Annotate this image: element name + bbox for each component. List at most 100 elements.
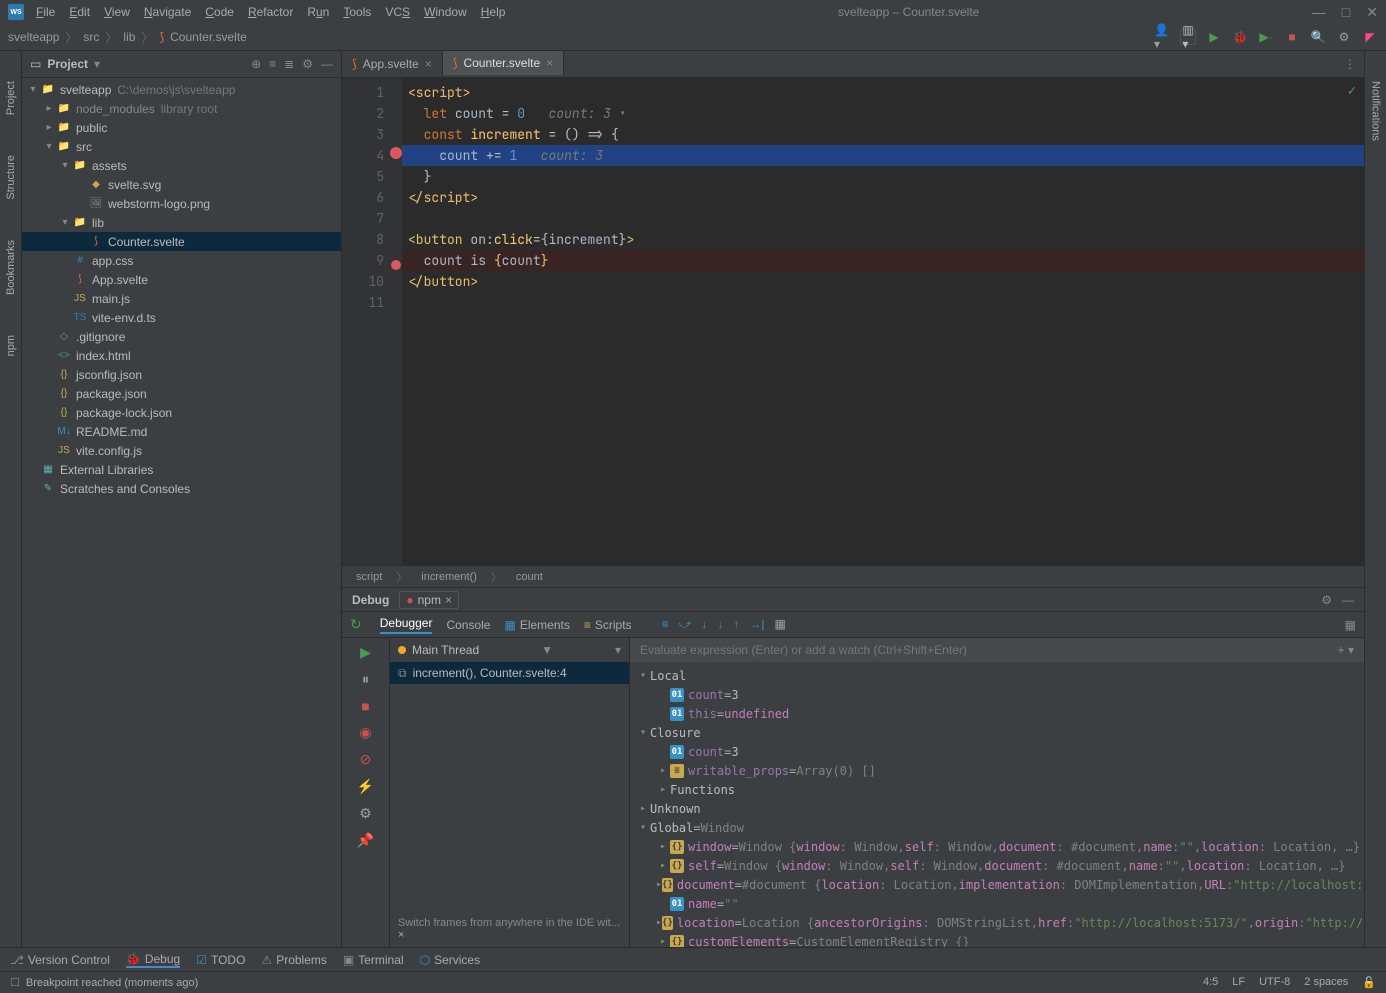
sidetab-structure[interactable]: Structure [5,155,17,200]
menu-file[interactable]: File [36,5,55,19]
menu-edit[interactable]: Edit [69,5,90,19]
tree-item[interactable]: ⟆App.svelte [22,270,341,289]
frames-filter-icon[interactable]: ▼ [541,643,553,657]
debug-settings-icon[interactable]: ⚙ [1321,593,1332,607]
menu-tools[interactable]: Tools [343,5,371,19]
menu-code[interactable]: Code [205,5,234,19]
crumb-count[interactable]: count [516,571,543,583]
tree-item[interactable]: ◆svelte.svg [22,175,341,194]
tree-item[interactable]: ▸📁public [22,118,341,137]
collapse-all-icon[interactable]: ≣ [284,57,294,71]
search-icon[interactable]: 🔍 [1310,29,1326,45]
project-tree[interactable]: ▾📁svelteappC:\demos\js\svelteapp▸📁node_m… [22,78,341,947]
menu-navigate[interactable]: Navigate [144,5,191,19]
menu-vcs[interactable]: VCS [385,5,410,19]
status-line-sep[interactable]: LF [1232,976,1245,989]
step-over-icon[interactable]: ⤻ [679,617,692,632]
debug-hide-icon[interactable]: — [1342,593,1354,607]
project-view-label[interactable]: Project [47,57,88,71]
crumb-script[interactable]: script [356,571,382,583]
status-position[interactable]: 4:5 [1203,976,1218,989]
coverage-button[interactable]: ▶· [1258,29,1274,45]
sidetab-notifications[interactable]: Notifications [1370,81,1382,141]
tree-item[interactable]: TSvite-env.d.ts [22,308,341,327]
tree-item[interactable]: M↓README.md [22,422,341,441]
user-icon[interactable]: 👤▾ [1154,29,1170,45]
settings-icon[interactable]: ⚙ [1336,29,1352,45]
project-view-dropdown[interactable]: ▾ [94,57,100,71]
run-config-selector[interactable]: ▥ ▾ [1180,29,1196,45]
variables-tree[interactable]: ▾Local 01count = 3 01this = undefined ▾C… [630,662,1364,947]
close-icon[interactable]: × [425,57,432,71]
menu-run[interactable]: Run [307,5,329,19]
bottom-debug[interactable]: 🐞Debug [126,952,180,968]
tree-item[interactable]: ▦External Libraries [22,460,341,479]
layout-settings-icon[interactable]: ▦ [1345,618,1356,632]
tree-item[interactable]: ▾📁svelteappC:\demos\js\svelteapp [22,80,341,99]
minimize-button[interactable]: — [1312,4,1326,21]
add-watch-icon[interactable]: + ▾ [1338,643,1354,657]
menu-window[interactable]: Window [424,5,467,19]
jb-toolbox-icon[interactable]: ◤ [1362,29,1378,45]
debug-run-config[interactable]: ●npm× [399,591,459,609]
stack-frame[interactable]: ⧉ increment(), Counter.svelte:4 [390,662,629,684]
crumb-file[interactable]: Counter.svelte [170,30,247,44]
tree-item[interactable]: #app.css [22,251,341,270]
tab-options-icon[interactable]: ⋮ [1344,57,1356,71]
bottom-services[interactable]: ⬡Services [420,953,481,967]
status-lock-icon[interactable]: 🔓 [1362,976,1376,989]
status-encoding[interactable]: UTF-8 [1259,976,1290,989]
hide-panel-icon[interactable]: — [321,57,333,71]
tab-debugger[interactable]: Debugger [380,616,433,634]
frames-dropdown-icon[interactable]: ▾ [615,643,621,657]
breakpoint-icon[interactable] [391,260,401,270]
bottom-problems[interactable]: ⚠Problems [261,953,326,967]
status-indent[interactable]: 2 spaces [1304,976,1348,989]
tree-item[interactable]: ◇.gitignore [22,327,341,346]
force-step-into-icon[interactable]: ↓ [717,617,723,632]
tree-item[interactable]: {}package.json [22,384,341,403]
inspection-ok-icon[interactable]: ✓ [1348,82,1356,100]
tree-item[interactable]: ▾📁src [22,137,341,156]
step-into-icon[interactable]: ↓ [701,617,707,632]
close-icon[interactable]: × [546,56,553,70]
menu-view[interactable]: View [104,5,130,19]
breakpoint-gutter[interactable] [390,78,402,565]
sidetab-npm[interactable]: npm [5,335,17,356]
show-execution-point-icon[interactable]: ≡ [662,617,669,632]
crumb-lib[interactable]: lib [123,30,135,44]
select-opened-file-icon[interactable]: ⊕ [251,57,261,71]
debug-more-settings-icon[interactable]: ⚙ [359,805,372,822]
run-button[interactable]: ▶ [1206,29,1222,45]
menu-refactor[interactable]: Refactor [248,5,293,19]
debug-button[interactable]: 🐞 [1232,29,1248,45]
bottom-version-control[interactable]: ⎇Version Control [10,953,110,967]
tree-item[interactable]: <>index.html [22,346,341,365]
sidetab-project[interactable]: Project [5,81,17,115]
tree-item[interactable]: {}package-lock.json [22,403,341,422]
tab-elements[interactable]: ▦Elements [504,618,569,632]
bottom-terminal[interactable]: ▣Terminal [343,953,404,967]
tree-item[interactable]: ▾📁lib [22,213,341,232]
tree-item[interactable]: ▾📁assets [22,156,341,175]
sidetab-bookmarks[interactable]: Bookmarks [5,240,17,295]
tree-item[interactable]: 🖼webstorm-logo.png [22,194,341,213]
crumb-src[interactable]: src [83,30,99,44]
close-button[interactable]: ✕ [1366,4,1378,21]
breakpoint-hit-icon[interactable] [390,147,402,159]
step-out-icon[interactable]: ↑ [733,617,739,632]
tab-app-svelte[interactable]: ⟆App.svelte× [342,51,443,77]
tree-item[interactable]: {}jsconfig.json [22,365,341,384]
bottom-todo[interactable]: ☑TODO [196,953,245,967]
stop-button[interactable]: ■ [1284,29,1300,45]
tree-item[interactable]: ▸📁node_moduleslibrary root [22,99,341,118]
code-editor[interactable]: 1234567891011 <script> let count = 0 cou… [342,78,1364,565]
pin-icon[interactable]: 📌 [357,832,374,849]
tree-item[interactable]: ⟆Counter.svelte [22,232,341,251]
tab-scripts[interactable]: ≡Scripts [584,618,632,632]
mute-breakpoints-icon[interactable]: ⊘ [360,751,372,768]
pause-icon[interactable]: ⏸ [362,671,369,688]
stop-debug-icon[interactable]: ■ [361,698,369,714]
tree-item[interactable]: ✎Scratches and Consoles [22,479,341,498]
expand-all-icon[interactable]: ≡ [269,57,276,71]
